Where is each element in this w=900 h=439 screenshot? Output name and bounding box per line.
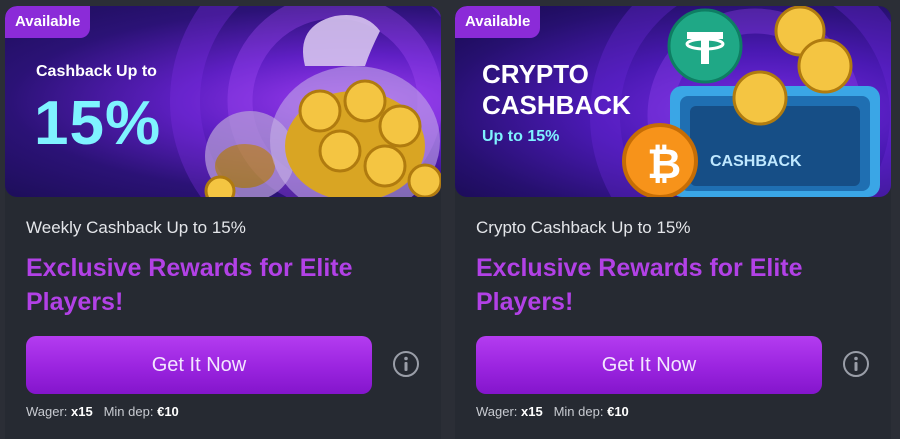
promo-terms: Wager: x15 Min dep: €10 [26, 404, 179, 419]
bitcoin-icon: ₿ [622, 123, 698, 197]
min-dep-value: €10 [607, 404, 629, 419]
promo-subtitle: Crypto Cashback Up to 15% [476, 218, 691, 237]
promo-card-weekly-cashback: Available Cashback Up to 15% Weekly Cash… [5, 6, 441, 439]
svg-text:₿: ₿ [647, 140, 681, 187]
promo-banner: Available Cashback Up to 15% [5, 6, 441, 197]
banner-caption: Up to 15% [482, 128, 560, 145]
promo-terms: Wager: x15 Min dep: €10 [476, 404, 629, 419]
banner-percentage: 15% [34, 89, 162, 158]
tether-icon [667, 8, 743, 84]
wager-value: x15 [71, 404, 93, 419]
banner-title-line2: CASHBACK [482, 90, 631, 120]
promo-headline: Exclusive Rewards for Elite Players! [26, 254, 353, 316]
promo-headline: Exclusive Rewards for Elite Players! [476, 254, 803, 316]
min-dep-value: €10 [157, 404, 179, 419]
min-dep-label: Min dep: [553, 404, 604, 419]
safe-label: CASHBACK [710, 153, 802, 170]
wager-label: Wager: [26, 404, 68, 419]
available-badge: Available [455, 6, 541, 38]
available-badge: Available [5, 6, 91, 38]
banner-title-line1: CRYPTO [482, 59, 589, 89]
promo-subtitle: Weekly Cashback Up to 15% [26, 218, 246, 237]
info-icon[interactable] [392, 350, 420, 378]
info-icon[interactable] [842, 350, 870, 378]
min-dep-label: Min dep: [103, 404, 154, 419]
promo-banner: CASHBACK ₿ Available CRYPTO CASHBACK Up … [455, 6, 891, 197]
wager-value: x15 [521, 404, 543, 419]
get-it-now-button[interactable]: Get It Now [476, 336, 822, 394]
banner-caption: Cashback Up to [36, 63, 157, 80]
wager-label: Wager: [476, 404, 518, 419]
get-it-now-button[interactable]: Get It Now [26, 336, 372, 394]
promo-card-crypto-cashback: CASHBACK ₿ Available CRYPTO CASHBACK Up … [455, 6, 891, 439]
